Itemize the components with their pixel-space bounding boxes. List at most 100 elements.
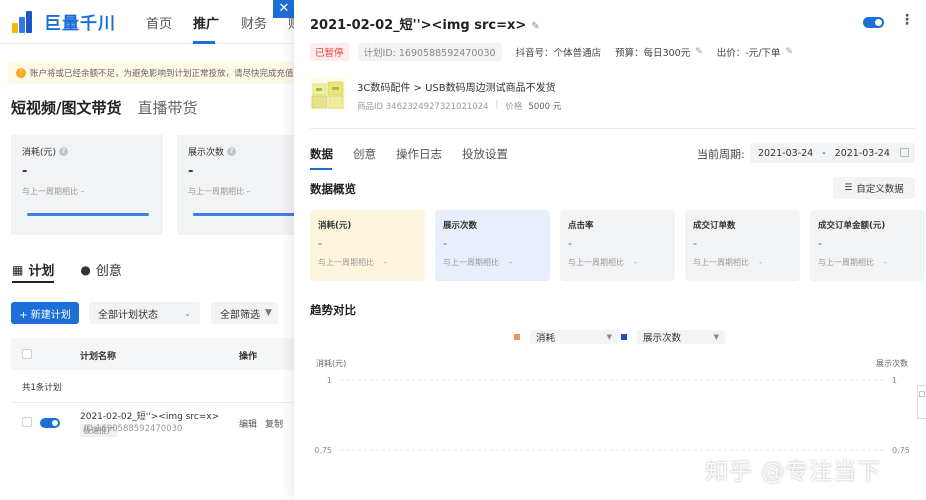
plan-meta: 已暂停 计划ID: 1690588592470030 抖音号：个体普通店 预算：…	[310, 42, 793, 61]
plan-status-toggle[interactable]	[863, 17, 884, 28]
divider: |	[495, 100, 499, 110]
period-label: 当前周期:	[697, 148, 745, 161]
metric-card-impressions[interactable]: 展示次数 - 与上一周期相比 -	[435, 210, 550, 281]
tab-creative[interactable]: 创意	[353, 146, 376, 162]
tab-delivery-settings[interactable]: 投放设置	[462, 146, 508, 162]
stat-trend-line	[27, 213, 149, 216]
balance-alert: ! 账户将或已经余额不足，为避免影响到计划正常投放，请尽快完成充值	[8, 62, 294, 84]
plan-name[interactable]: 2021-02-02_短''><img src=x>	[80, 409, 219, 422]
custom-data-button[interactable]: ☰ 自定义数据	[833, 177, 915, 199]
metric-value: -	[818, 237, 822, 250]
metric-label: 点击率	[568, 221, 594, 231]
date-separator: -	[822, 147, 826, 159]
drawer-tabs: 数据 创意 操作日志 投放设置	[310, 146, 528, 162]
tab-live[interactable]: 直播带货	[137, 97, 197, 118]
tab-creative-label: 创意	[95, 264, 122, 279]
price-label: 价格	[505, 102, 523, 112]
filter-button[interactable]: 全部筛选 ▼	[211, 302, 278, 324]
plan-id: ID:1690588592470030	[84, 424, 183, 434]
caret-down-icon: ▼	[606, 333, 612, 341]
y-axis-left-title: 消耗(元)	[316, 359, 347, 368]
stat-compare-value: –	[80, 187, 85, 196]
plan-toggle[interactable]	[40, 418, 60, 428]
nav-promotion[interactable]: 推广	[193, 13, 219, 32]
calendar-icon: ▦	[12, 262, 24, 277]
y-left-tick-label: 0.75	[314, 446, 332, 455]
stat-compare-label: 与上一周期相比	[188, 187, 244, 196]
metric-label: 成交订单数	[693, 221, 736, 231]
trend-title: 趋势对比	[310, 303, 356, 317]
warning-icon: !	[16, 68, 26, 78]
help-icon[interactable]: ?	[227, 147, 237, 156]
chevron-down-icon: ⌄	[184, 308, 191, 318]
metric-compare: 与上一周期相比	[818, 258, 874, 267]
tab-indicator	[310, 168, 332, 170]
tab-creative[interactable]: ● 创意	[80, 260, 122, 280]
bulb-icon: ●	[80, 262, 91, 277]
close-drawer-button[interactable]: ✕	[273, 0, 295, 18]
plan-detail-drawer: 2021-02-02_短''><img src=x> ✎ ⋮ 已暂停 计划ID: …	[294, 0, 926, 500]
watermark: 知乎 @专注当下	[705, 459, 882, 485]
copy-button[interactable]: 复制	[265, 417, 283, 430]
status-badge: 已暂停	[310, 42, 349, 61]
legend-swatch-cost	[514, 334, 520, 340]
product-id: 商品ID 3462324927321021024	[357, 102, 489, 112]
plan-status-select[interactable]: 全部计划状态 ⌄	[89, 302, 200, 324]
row-checkbox[interactable]	[22, 417, 32, 427]
douyin-account: 抖音号：个体普通店	[515, 47, 602, 59]
metric-card-cost[interactable]: 消耗(元) - 与上一周期相比 -	[310, 210, 425, 281]
calendar-icon	[900, 148, 909, 157]
legend-impressions[interactable]: 展示次数 ▼	[621, 330, 725, 344]
tab-operation-log[interactable]: 操作日志	[396, 146, 442, 162]
logo[interactable]: 巨量千川	[12, 9, 116, 34]
table-total: 共1条计划	[22, 383, 62, 393]
tab-plan[interactable]: ▦ 计划	[12, 260, 55, 280]
metric-card-order-amount[interactable]: 成交订单金额(元) - 与上一周期相比 -	[810, 210, 925, 281]
date-range-picker[interactable]: 2021-03-24 - 2021-03-24	[750, 143, 915, 163]
settings-icon: ☰	[844, 183, 853, 193]
column-plan-name: 计划名称	[80, 352, 117, 362]
metric-card-ctr[interactable]: 点击率 - 与上一周期相比 -	[560, 210, 675, 281]
help-icon[interactable]: ?	[59, 147, 69, 156]
legend-cost[interactable]: 消耗 ▼	[514, 330, 618, 344]
metric-compare: 与上一周期相比	[318, 258, 374, 267]
edit-budget-icon[interactable]: ✎	[695, 47, 703, 57]
edit-bid-icon[interactable]: ✎	[785, 47, 793, 57]
edit-button[interactable]: 编辑	[239, 417, 257, 430]
metric-delta: -	[509, 258, 513, 267]
pencil-icon[interactable]: ✎	[531, 21, 539, 32]
y-axis-right-title: 展示次数	[876, 359, 908, 368]
tab-data[interactable]: 数据	[310, 146, 333, 162]
metric-delta: -	[759, 258, 763, 267]
new-plan-button[interactable]: + 新建计划	[11, 302, 79, 324]
y-right-tick-label: 0.75	[892, 446, 910, 455]
metric-label: 消耗(元)	[318, 221, 352, 231]
metric-card-orders[interactable]: 成交订单数 - 与上一周期相比 -	[685, 210, 800, 281]
more-icon[interactable]: ⋮	[900, 12, 914, 28]
bid: 出价：-元/下单	[716, 47, 781, 59]
side-feedback-tab[interactable]: □	[917, 385, 926, 419]
metric-label: 展示次数	[443, 221, 478, 231]
stat-value: -	[22, 164, 28, 179]
y-right-tick-label: 1	[892, 376, 897, 385]
metric-compare: 与上一周期相比	[443, 258, 499, 267]
plan-id-badge: 计划ID: 1690588592470030	[357, 42, 502, 61]
tab-short-video[interactable]: 短视频/图文带货	[11, 97, 121, 118]
legend-label-cost: 消耗	[536, 333, 556, 344]
nav-finance[interactable]: 财务	[241, 13, 267, 32]
tab-plan-label: 计划	[28, 264, 55, 279]
nav-home[interactable]: 首页	[146, 13, 172, 32]
filter-label: 全部筛选	[220, 309, 260, 321]
plan-status-value: 全部计划状态	[98, 309, 158, 321]
metric-delta: -	[884, 258, 888, 267]
select-all-checkbox[interactable]	[22, 349, 32, 359]
product-category: 3C数码配件 > USB数码周边测试商品不发货	[357, 83, 556, 94]
price-value: 5000 元	[528, 102, 562, 112]
stat-label: 消耗(元)	[22, 148, 57, 158]
filter-icon: ▼	[265, 308, 272, 318]
date-end: 2021-03-24	[834, 147, 890, 159]
page: 巨量千川 首页 推广 财务 财 ! 账户将或已经余额不足，为避免影响到计划正常投…	[0, 0, 926, 500]
stat-compare-label: 与上一周期相比	[22, 187, 78, 196]
y-left-tick-label: 1	[327, 376, 332, 385]
divider-line	[310, 128, 915, 129]
